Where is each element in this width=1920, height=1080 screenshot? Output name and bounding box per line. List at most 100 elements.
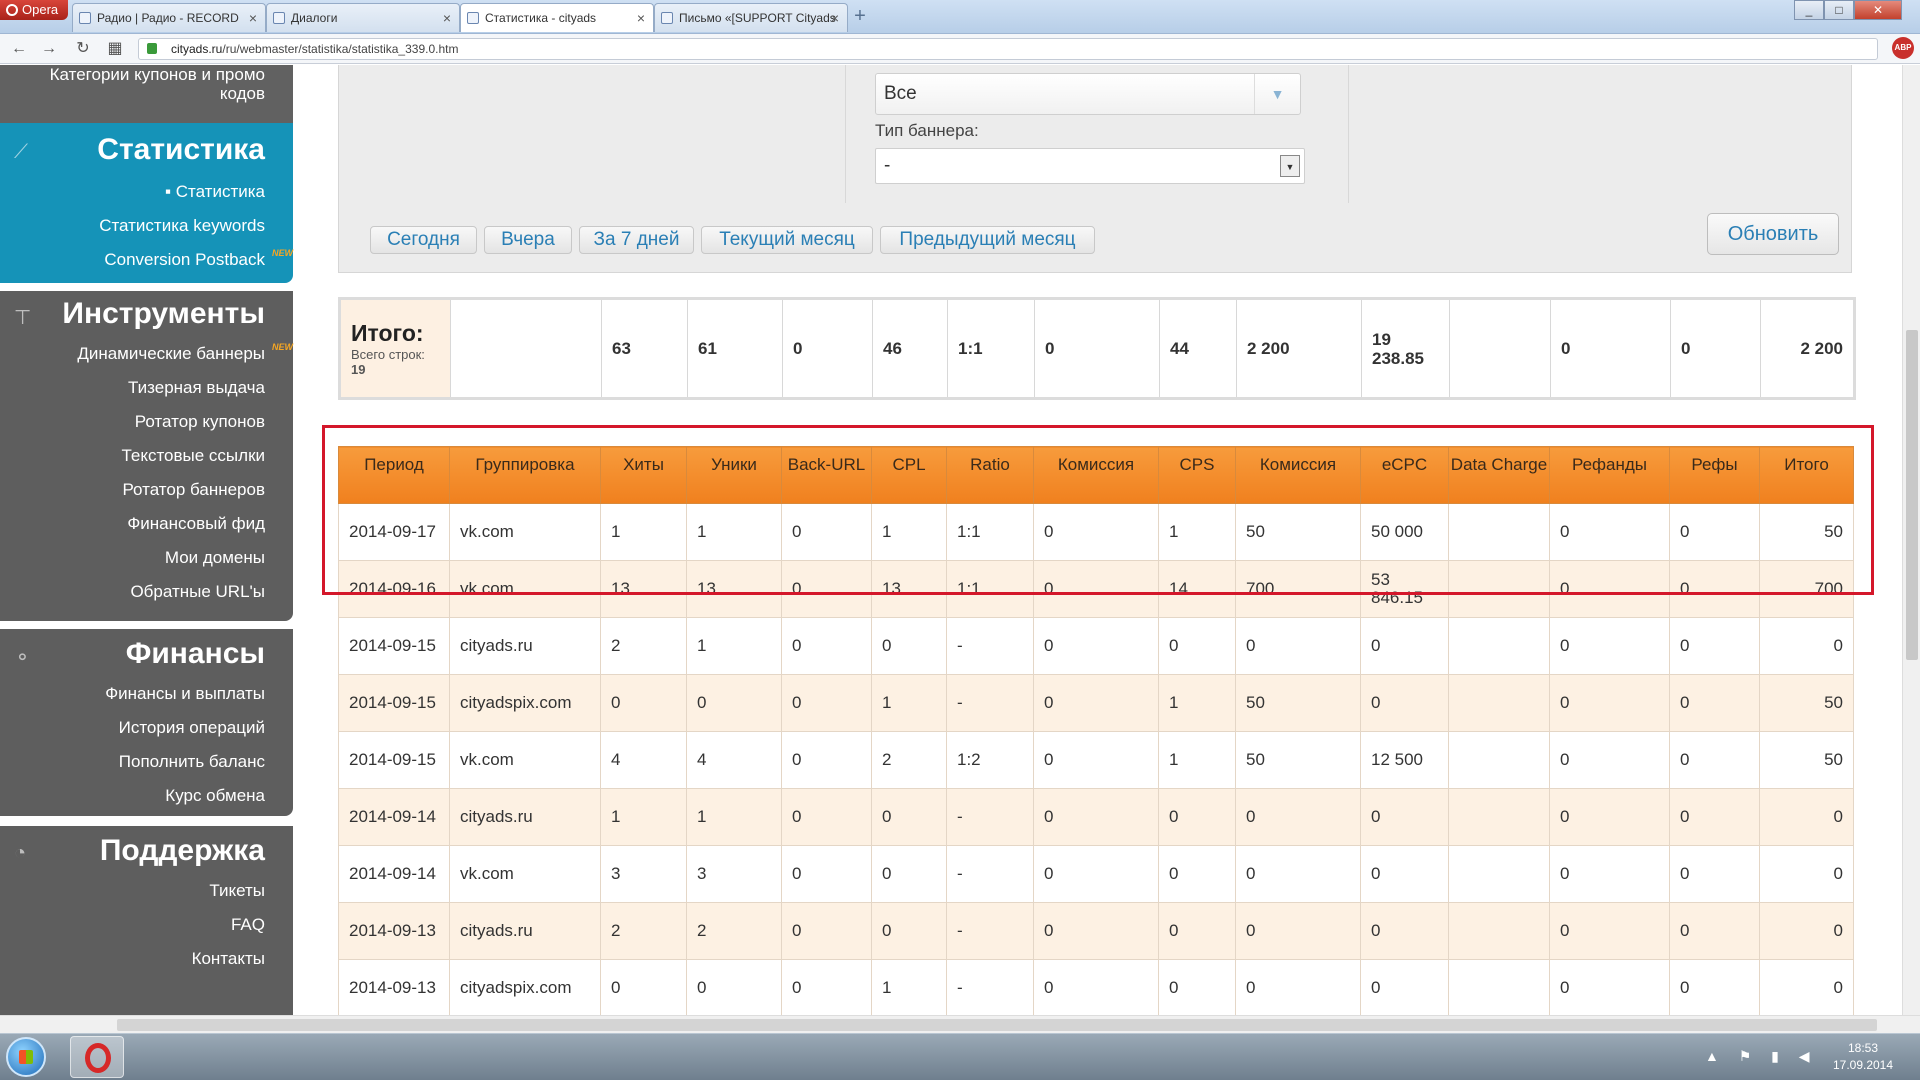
refresh-button[interactable]: Обновить (1707, 213, 1839, 255)
table-cell: 0 (1033, 617, 1159, 675)
minimize-button[interactable]: _ (1794, 0, 1824, 20)
table-cell: 4 (686, 731, 782, 789)
column-header-commission-cps[interactable]: Комиссия (1235, 446, 1361, 504)
url-field[interactable]: cityads.ru/ru/webmaster/statistika/stati… (138, 38, 1878, 60)
column-header-cpl[interactable]: CPL (871, 446, 947, 504)
forward-icon[interactable]: → (38, 38, 60, 60)
tab-label: Диалоги (291, 11, 338, 25)
sidebar-item-faq[interactable]: FAQ (231, 915, 265, 935)
filter-select[interactable]: Все ▼ (875, 73, 1301, 115)
sidebar-item-coupon-categories[interactable]: Категории купонов и промо кодов (5, 65, 265, 103)
table-cell: 0 (781, 902, 872, 960)
table-cell: 50 (1759, 503, 1854, 561)
period-cell: 2014-09-13 (338, 902, 450, 960)
tab-radio-record[interactable]: Радио | Радио - RECORD × (72, 3, 266, 32)
sidebar-title-tools[interactable]: Инструменты (62, 297, 265, 331)
back-icon[interactable]: ← (8, 38, 30, 60)
column-header-refs[interactable]: Рефы (1669, 446, 1760, 504)
sidebar-item-dynamic-banners[interactable]: Динамические баннеры (77, 344, 265, 364)
table-cell: 53 846.15 (1360, 560, 1449, 618)
column-header-hits[interactable]: Хиты (600, 446, 687, 504)
sidebar-title-statistics[interactable]: Статистика (97, 133, 265, 167)
window-close-button[interactable]: ✕ (1854, 0, 1902, 20)
tab-statistics[interactable]: Статистика - cityads × (460, 3, 654, 32)
sidebar-item-statistics-keywords[interactable]: Статистика keywords (99, 216, 265, 236)
table-cell: 0 (1549, 959, 1670, 1015)
column-header-uniques[interactable]: Уники (686, 446, 782, 504)
horizontal-scrollbar[interactable] (0, 1015, 1920, 1033)
tab-support-letter[interactable]: Письмо «[SUPPORT Cityads × (654, 3, 848, 32)
reload-icon[interactable]: ↻ (72, 38, 94, 60)
period-current-month-button[interactable]: Текущий месяц (701, 226, 873, 254)
sidebar-title-support[interactable]: Поддержка (100, 834, 265, 868)
system-tray-icons[interactable]: ▲ ⚑ ▮ ◀ (1705, 1048, 1818, 1065)
chevron-down-icon[interactable]: ▼ (1254, 74, 1300, 114)
sidebar-item-tickets[interactable]: Тикеты (209, 881, 265, 901)
close-tab-icon[interactable]: × (637, 4, 645, 32)
table-cell: 0 (871, 788, 947, 846)
sidebar-item-operations-history[interactable]: История операций (119, 718, 265, 738)
system-clock[interactable]: 18:53 17.09.2014 (1818, 1040, 1908, 1074)
sidebar-item-top-up[interactable]: Пополнить баланс (119, 752, 265, 772)
column-header-grouping[interactable]: Группировка (449, 446, 601, 504)
period-7days-button[interactable]: За 7 дней (579, 226, 694, 254)
sidebar-item-banner-rotator[interactable]: Ротатор баннеров (122, 480, 265, 500)
period-today-button[interactable]: Сегодня (370, 226, 477, 254)
column-header-refunds[interactable]: Рефанды (1549, 446, 1670, 504)
column-header-total[interactable]: Итого (1759, 446, 1854, 504)
column-header-period[interactable]: Период (338, 446, 450, 504)
sidebar-item-coupon-rotator[interactable]: Ротатор купонов (135, 412, 265, 432)
close-tab-icon[interactable]: × (831, 4, 839, 32)
tab-dialogs[interactable]: Диалоги × (266, 3, 460, 32)
close-tab-icon[interactable]: × (443, 4, 451, 32)
sidebar-item-finance-payouts[interactable]: Финансы и выплаты (105, 684, 265, 704)
period-yesterday-button[interactable]: Вчера (484, 226, 572, 254)
sidebar-item-back-urls[interactable]: Обратные URL'ы (130, 582, 265, 602)
sidebar-item-teaser[interactable]: Тизерная выдача (128, 378, 265, 398)
column-header-commission-cpl[interactable]: Комиссия (1033, 446, 1159, 504)
table-cell: 2 (871, 731, 947, 789)
totals-cell: 0 (1550, 298, 1671, 399)
scrollbar-thumb[interactable] (1906, 330, 1918, 660)
adblock-icon[interactable]: ABP (1892, 37, 1914, 59)
new-tab-button[interactable]: + (849, 5, 871, 27)
table-cell: 0 (1158, 617, 1236, 675)
clock-date: 17.09.2014 (1832, 1058, 1894, 1072)
sidebar-title-finance[interactable]: Финансы (126, 637, 265, 671)
close-tab-icon[interactable]: × (249, 4, 257, 32)
scrollbar-thumb[interactable] (117, 1019, 1877, 1031)
sidebar-item-statistics[interactable]: ▪ Статистика (165, 182, 265, 202)
dropdown-arrow-icon[interactable]: ▼ (1280, 155, 1300, 177)
maximize-button[interactable]: □ (1824, 0, 1854, 20)
sidebar-item-my-domains[interactable]: Мои домены (165, 548, 265, 568)
tab-label: Письмо «[SUPPORT Cityads (679, 11, 836, 25)
totals-title: Итого: (351, 320, 424, 346)
sidebar-item-finance-feed[interactable]: Финансовый фид (127, 514, 265, 534)
start-button[interactable] (6, 1037, 46, 1077)
vertical-scrollbar[interactable] (1902, 65, 1920, 1015)
new-badge: NEW (272, 342, 293, 352)
column-header-ratio[interactable]: Ratio (946, 446, 1034, 504)
table-cell: 1 (600, 788, 687, 846)
column-header-cps[interactable]: CPS (1158, 446, 1236, 504)
sidebar-item-text-links[interactable]: Текстовые ссылки (121, 446, 265, 466)
sidebar-item-contacts[interactable]: Контакты (192, 949, 265, 969)
table-cell: 50 000 (1360, 503, 1449, 561)
table-cell: 0 (1235, 902, 1361, 960)
column-header-back-url[interactable]: Back-URL (781, 446, 872, 504)
speed-dial-icon[interactable]: ▦ (104, 38, 126, 60)
column-header-data-charge[interactable]: Data Charge (1448, 446, 1550, 504)
totals-cell: 61 (687, 298, 783, 399)
sidebar-item-exchange-rate[interactable]: Курс обмена (165, 786, 265, 806)
table-cell: 0 (1360, 902, 1449, 960)
banner-type-select[interactable]: - ▼ (875, 148, 1305, 184)
opera-menu-button[interactable]: Opera (0, 0, 68, 20)
table-cell: 1 (871, 959, 947, 1015)
period-previous-month-button[interactable]: Предыдущий месяц (880, 226, 1095, 254)
period-cell: 2014-09-14 (338, 788, 450, 846)
taskbar-opera[interactable] (70, 1036, 124, 1078)
table-cell: 0 (1158, 788, 1236, 846)
sidebar-item-conversion-postback[interactable]: Conversion Postback (104, 250, 265, 270)
column-header-ecpc[interactable]: eCPC (1360, 446, 1449, 504)
grouping-cell: cityadspix.com (449, 674, 601, 732)
